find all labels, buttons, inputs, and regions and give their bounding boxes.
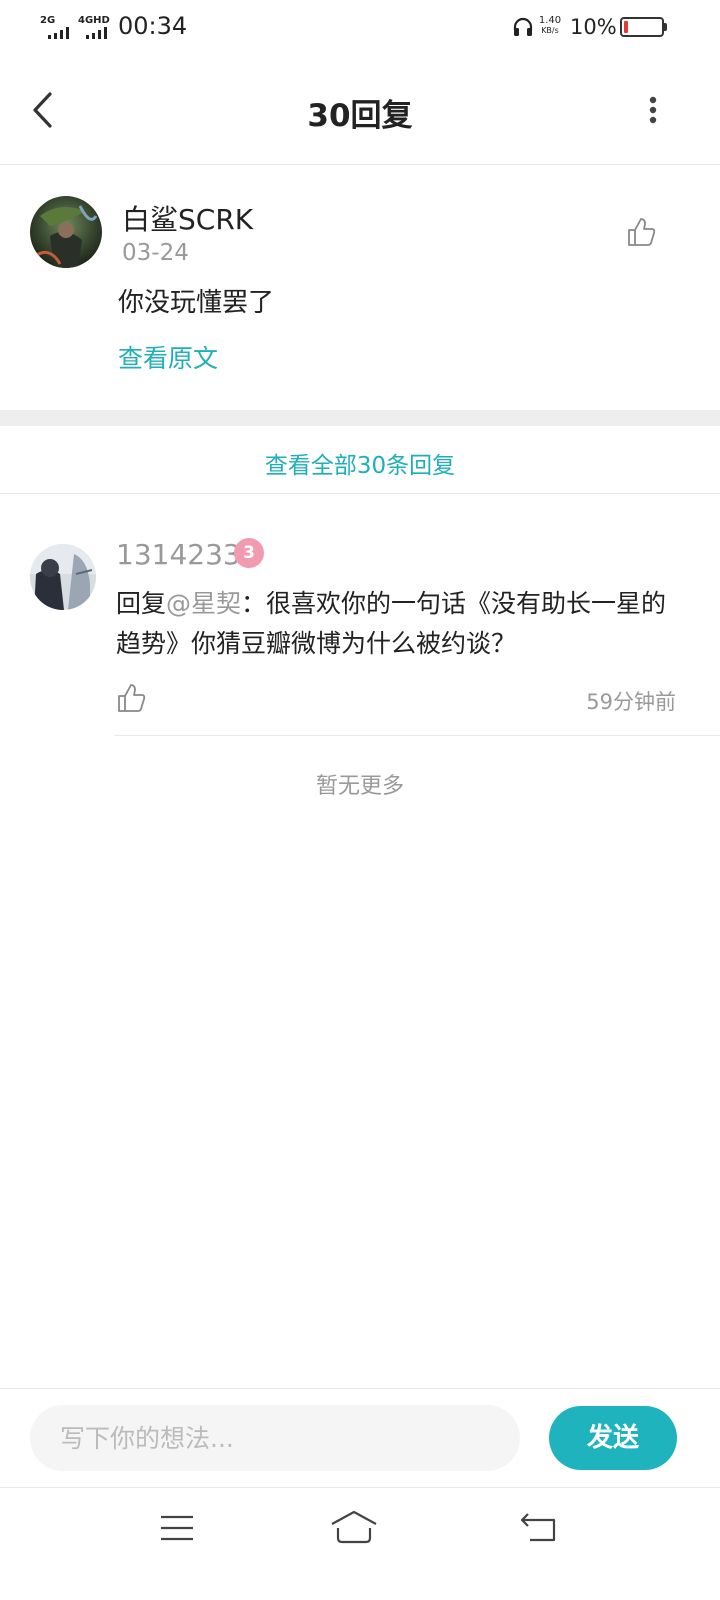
level-badge: 3 — [234, 538, 264, 568]
header-divider — [0, 164, 720, 165]
net-speed-unit: KB/s — [541, 26, 559, 35]
list-item: 1314233 3 回复@星契：很喜欢你的一句话《没有助长一星的趋势》你猜豆瓣微… — [0, 520, 720, 736]
replies-divider — [0, 493, 720, 494]
reply-content: 回复@星契：很喜欢你的一句话《没有助长一星的趋势》你猜豆瓣微博为什么被约谈？ — [116, 584, 676, 664]
menu-icon[interactable] — [160, 1514, 194, 1542]
reply-time: 59分钟前 — [586, 690, 676, 714]
headphones-icon — [513, 17, 533, 36]
signal-bars-icon — [48, 27, 72, 39]
comment-date: 03-24 — [122, 240, 189, 266]
view-all-replies-link[interactable]: 查看全部30条回复 — [0, 446, 720, 480]
comment-input[interactable] — [30, 1405, 520, 1471]
page-title: 30回复 — [307, 98, 413, 134]
battery-percent: 10% — [570, 15, 617, 39]
signal-4g-label: 4GHD — [78, 15, 110, 26]
view-original-link[interactable]: 查看原文 — [118, 339, 218, 375]
composer-divider — [0, 1388, 720, 1389]
battery-icon — [620, 17, 664, 37]
signal-2g-label: 2G — [40, 15, 56, 26]
signal-bars-icon — [86, 27, 110, 39]
home-icon[interactable] — [330, 1510, 378, 1544]
reply-prefix: 回复 — [116, 589, 167, 618]
reply-username[interactable]: 1314233 — [116, 538, 241, 571]
system-navbar — [0, 1488, 720, 1600]
clock: 00:34 — [118, 12, 188, 40]
reply-divider — [114, 735, 720, 736]
like-icon[interactable] — [626, 216, 656, 248]
mention-link[interactable]: @星契 — [166, 589, 241, 618]
more-options-icon[interactable] — [642, 92, 664, 128]
battery-tip — [664, 23, 667, 31]
send-button[interactable]: 发送 — [549, 1406, 677, 1470]
no-more-label: 暂无更多 — [315, 774, 404, 799]
avatar[interactable] — [30, 196, 102, 268]
section-separator — [0, 410, 720, 426]
comment-content: 你没玩懂罢了 — [118, 288, 275, 318]
avatar[interactable] — [30, 544, 96, 610]
net-speed: 1.40 KB/s — [536, 16, 564, 36]
status-bar: 2G 4GHD 00:34 1.40 KB/s 10% — [0, 0, 720, 56]
back-icon[interactable] — [520, 1512, 558, 1544]
like-icon[interactable] — [116, 682, 146, 714]
net-speed-value: 1.40 — [538, 15, 562, 26]
comment-username[interactable]: 白鲨SCRK — [122, 198, 253, 238]
back-arrow-icon[interactable] — [28, 90, 58, 130]
